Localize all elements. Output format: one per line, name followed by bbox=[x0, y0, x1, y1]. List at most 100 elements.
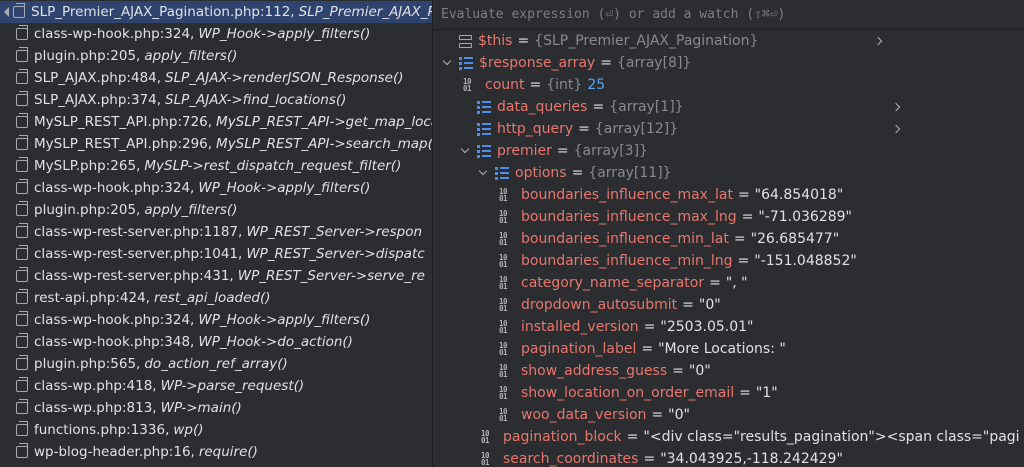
variable-name: pagination_block bbox=[503, 429, 622, 445]
variable-row[interactable]: 10 01 search_coordinates = "34.043925,-118.2… bbox=[481, 448, 843, 467]
chevron-down-icon[interactable] bbox=[441, 57, 453, 69]
variable-name: $response_array bbox=[479, 55, 596, 71]
array-icon bbox=[459, 56, 473, 70]
frame-row[interactable]: plugin.php:565, do_action_ref_array() bbox=[0, 353, 432, 375]
frame-row[interactable]: plugin.php:205, apply_filters() bbox=[0, 199, 432, 221]
frame-row[interactable]: class-wp-rest-server.php:1041, WP_REST_Se… bbox=[0, 243, 432, 265]
variable-row[interactable]: 10 01 woo_data_version = "0" bbox=[499, 404, 690, 426]
variable-type: {array[3]} bbox=[573, 143, 648, 159]
frame-row[interactable]: SLP_AJAX.php:484, SLP_AJAX->renderJSON_Re… bbox=[0, 67, 432, 89]
variable-value: "<div class="results_pagination"><span c… bbox=[643, 429, 1020, 445]
frame-row[interactable]: class-wp-hook.php:324, WP_Hook->apply_fil… bbox=[0, 23, 432, 45]
variable-row[interactable]: 10 01 pagination_label = "More Locations: " bbox=[499, 338, 786, 360]
frame-method: WP_Hook->do_action() bbox=[198, 334, 353, 350]
current-frame-arrow-icon bbox=[4, 7, 9, 17]
variable-row[interactable]: 10 01 category_name_separator = ", " bbox=[499, 272, 748, 294]
frame-row[interactable]: SLP_Premier_AJAX_Pagination.php:112, SLP_… bbox=[0, 1, 432, 23]
variables-panel: $this={SLP_Premier_AJAX_Pagination}$resp… bbox=[433, 0, 1024, 467]
variable-row[interactable]: 10 01 pagination_block = "<div class="result… bbox=[481, 426, 1020, 448]
chevron-right-icon[interactable] bbox=[892, 123, 904, 135]
frame-file: plugin.php:565, bbox=[34, 356, 141, 372]
frame-method: require() bbox=[198, 444, 258, 460]
chevron-right-icon[interactable] bbox=[874, 35, 886, 47]
variable-value: "64.854018" bbox=[754, 187, 844, 203]
variable-value: "34.043925,-118.242429" bbox=[660, 451, 843, 467]
variable-row[interactable]: http_query = {array[12]} bbox=[459, 118, 904, 140]
equals-sign: = bbox=[651, 407, 664, 423]
variable-int-value: 25 bbox=[587, 77, 606, 93]
chevron-right-icon[interactable] bbox=[892, 101, 904, 113]
variable-row[interactable]: 10 01 boundaries_influence_max_lat = "64.854… bbox=[499, 184, 843, 206]
primitive-icon: 10 01 bbox=[499, 275, 508, 291]
frame-row[interactable]: class-wp-hook.php:324, WP_Hook->apply_fil… bbox=[0, 177, 432, 199]
frame-row[interactable]: MySLP_REST_API.php:726, MySLP_REST_API->g… bbox=[0, 111, 432, 133]
primitive-icon: 10 01 bbox=[481, 451, 490, 467]
variable-type: {array[8]} bbox=[616, 55, 692, 71]
frame-row[interactable]: class-wp-hook.php:348, WP_Hook->do_action… bbox=[0, 331, 432, 353]
variable-row[interactable]: options = {array[11]} bbox=[477, 162, 672, 184]
equals-sign: = bbox=[529, 77, 542, 93]
evaluate-bar bbox=[433, 0, 1024, 30]
frame-icon bbox=[16, 113, 28, 128]
equals-sign: = bbox=[643, 319, 656, 335]
frame-method: apply_filters() bbox=[144, 48, 238, 64]
variable-row[interactable]: 10 01 boundaries_influence_min_lng = "-151.0… bbox=[499, 250, 857, 272]
variable-row[interactable]: premier = {array[3]} bbox=[459, 140, 648, 162]
variable-row[interactable]: 10 01 boundaries_influence_max_lng = "-71.03… bbox=[499, 206, 852, 228]
frame-method: WP_REST_Server->serve_re bbox=[237, 268, 425, 284]
variable-row[interactable]: 10 01 show_address_guess = "0" bbox=[499, 360, 711, 382]
frame-row[interactable]: class-wp.php:813, WP->main() bbox=[0, 397, 432, 419]
variable-name: $this bbox=[478, 33, 513, 49]
frame-row[interactable]: MySLP.php:265, MySLP->rest_dispatch_reque… bbox=[0, 155, 432, 177]
array-icon bbox=[477, 100, 491, 114]
variable-value: "0" bbox=[668, 407, 690, 423]
frame-method: MySLP->rest_dispatch_request_filter() bbox=[144, 158, 402, 174]
frame-icon bbox=[16, 267, 28, 282]
frame-method: SLP_AJAX->find_locations() bbox=[165, 92, 347, 108]
primitive-icon: 10 01 bbox=[499, 407, 508, 423]
variable-row[interactable]: 10 01 show_location_on_order_email = "1" bbox=[499, 382, 778, 404]
frame-method: do_action_ref_array() bbox=[144, 356, 288, 372]
variable-name: premier bbox=[497, 143, 552, 159]
primitive-icon: 10 01 bbox=[499, 341, 508, 357]
frame-file: MySLP_REST_API.php:296, bbox=[34, 136, 213, 152]
array-icon bbox=[477, 122, 491, 136]
frame-row[interactable]: wp-blog-header.php:16, require() bbox=[0, 441, 432, 463]
evaluate-expression-input[interactable] bbox=[441, 2, 1001, 27]
frame-row[interactable]: class-wp-rest-server.php:1187, WP_REST_Se… bbox=[0, 221, 432, 243]
equals-sign: = bbox=[733, 231, 746, 247]
equals-sign: = bbox=[709, 275, 721, 291]
variable-row[interactable]: data_queries = {array[1]} bbox=[459, 96, 904, 118]
frame-row[interactable]: functions.php:1336, wp() bbox=[0, 419, 432, 441]
frame-row[interactable]: plugin.php:205, apply_filters() bbox=[0, 45, 432, 67]
primitive-icon: 10 01 bbox=[499, 253, 508, 269]
variable-row[interactable]: 10 01 dropdown_autosubmit = "0" bbox=[499, 294, 721, 316]
frame-icon bbox=[16, 69, 28, 84]
frame-file: SLP_Premier_AJAX_Pagination.php:112, bbox=[31, 4, 295, 20]
chevron-down-icon[interactable] bbox=[459, 145, 471, 157]
frame-row[interactable]: class-wp-rest-server.php:431, WP_REST_Ser… bbox=[0, 265, 432, 287]
equals-sign: = bbox=[739, 385, 751, 401]
frame-row[interactable]: rest-api.php:424, rest_api_loaded() bbox=[0, 287, 432, 309]
object-icon bbox=[459, 34, 472, 48]
chevron-down-icon[interactable] bbox=[477, 167, 489, 179]
frame-file: plugin.php:205, bbox=[34, 48, 141, 64]
equals-sign: = bbox=[741, 209, 754, 225]
variable-row[interactable]: 10 01 installed_version = "2503.05.01" bbox=[499, 316, 753, 338]
frame-row[interactable]: class-wp-hook.php:324, WP_Hook->apply_fil… bbox=[0, 309, 432, 331]
variable-row[interactable]: $this = {SLP_Premier_AJAX_Pagination} bbox=[441, 30, 886, 52]
variable-name: data_queries bbox=[497, 99, 588, 115]
frame-file: SLP_AJAX.php:484, bbox=[34, 70, 162, 86]
frame-icon bbox=[16, 245, 28, 260]
frames-panel: SLP_Premier_AJAX_Pagination.php:112, SLP_… bbox=[0, 0, 432, 467]
variable-row[interactable]: 10 01 boundaries_influence_min_lat = "26.685… bbox=[499, 228, 839, 250]
frame-file: SLP_AJAX.php:374, bbox=[34, 92, 162, 108]
frame-row[interactable]: SLP_AJAX.php:374, SLP_AJAX->find_location… bbox=[0, 89, 432, 111]
equals-sign: = bbox=[578, 121, 590, 137]
variable-type: {array[12]} bbox=[594, 121, 679, 137]
variable-row[interactable]: 10 01 count = {int} 25 bbox=[463, 74, 605, 96]
variable-row[interactable]: $response_array = {array[8]} bbox=[441, 52, 691, 74]
frame-row[interactable]: class-wp.php:418, WP->parse_request() bbox=[0, 375, 432, 397]
frame-row[interactable]: MySLP_REST_API.php:296, MySLP_REST_API->s… bbox=[0, 133, 432, 155]
frame-file: rest-api.php:424, bbox=[34, 290, 150, 306]
